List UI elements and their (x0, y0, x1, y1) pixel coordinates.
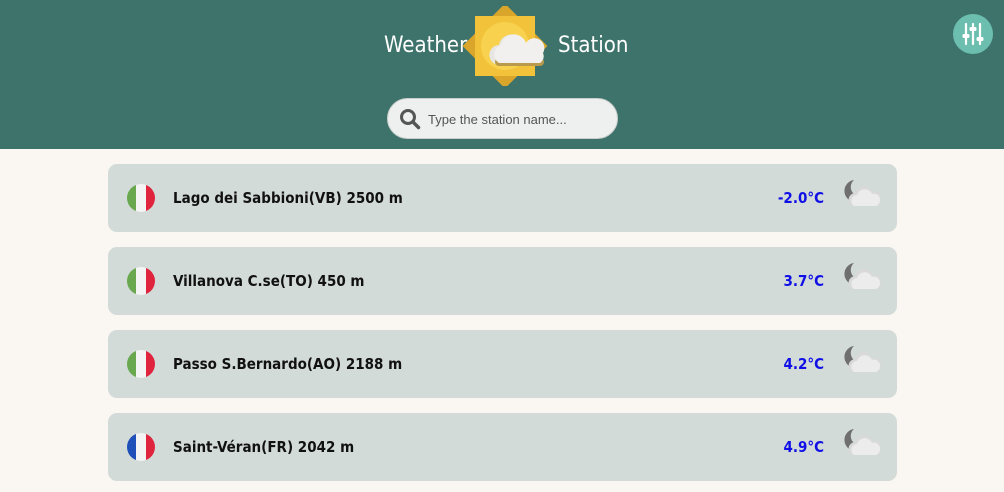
station-name: Villanova C.se(TO) 450 m (173, 272, 365, 290)
station-card[interactable]: Villanova C.se(TO) 450 m 3.7°C (108, 247, 897, 315)
station-name: Saint-Véran(FR) 2042 m (173, 438, 355, 456)
search-box[interactable] (387, 98, 618, 139)
italy-flag-icon (127, 350, 155, 378)
france-flag-icon (127, 433, 155, 461)
moon-cloud-icon (844, 180, 882, 206)
station-temperature: 3.7°C (783, 272, 824, 290)
italy-flag-icon (127, 184, 155, 212)
station-name: Passo S.Bernardo(AO) 2188 m (173, 355, 403, 373)
station-temperature: 4.2°C (783, 355, 824, 373)
settings-button[interactable] (953, 14, 993, 54)
search-icon (400, 109, 421, 130)
moon-cloud-icon (844, 346, 882, 372)
station-name: Lago dei Sabbioni(VB) 2500 m (173, 189, 403, 207)
station-temperature: 4.9°C (783, 438, 824, 456)
station-card[interactable]: Saint-Véran(FR) 2042 m 4.9°C (108, 413, 897, 481)
search-input[interactable] (428, 107, 608, 131)
station-card[interactable]: Passo S.Bernardo(AO) 2188 m 4.2°C (108, 330, 897, 398)
sun-cloud-icon (462, 6, 548, 86)
italy-flag-icon (127, 267, 155, 295)
moon-cloud-icon (844, 263, 882, 289)
station-temperature: -2.0°C (777, 189, 824, 207)
sliders-icon (962, 22, 984, 46)
title-weather: Weather (384, 33, 468, 58)
station-card[interactable]: Lago dei Sabbioni(VB) 2500 m -2.0°C (108, 164, 897, 232)
moon-cloud-icon (844, 429, 882, 455)
app-header: Weather Station (0, 0, 1004, 149)
title-station: Station (558, 33, 629, 58)
